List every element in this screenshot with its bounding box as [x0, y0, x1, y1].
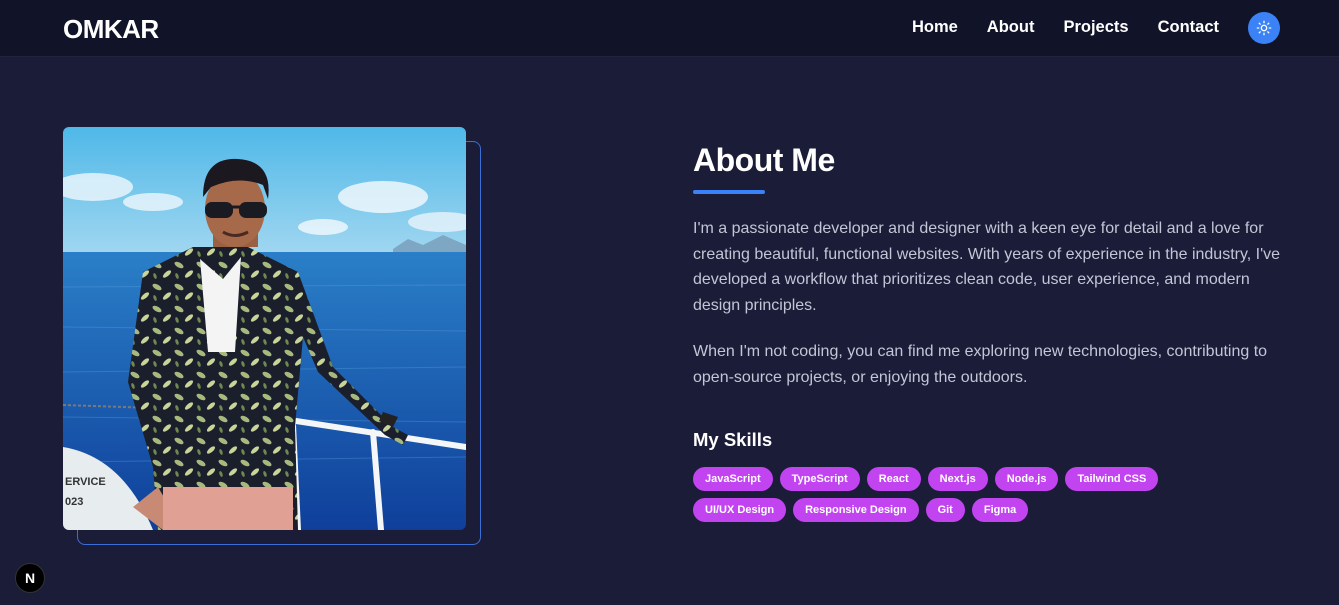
- nav-links: Home About Projects Contact: [912, 18, 1219, 37]
- site-logo[interactable]: OMKAR: [63, 14, 159, 45]
- nav-link-home[interactable]: Home: [912, 18, 958, 37]
- skill-chip: JavaScript: [693, 467, 773, 491]
- svg-text:ERVICE: ERVICE: [65, 476, 106, 488]
- theme-toggle-button[interactable]: [1248, 12, 1280, 44]
- skill-chip: Node.js: [994, 467, 1059, 491]
- skills-title: My Skills: [693, 429, 773, 450]
- nav-link-projects[interactable]: Projects: [1063, 18, 1128, 37]
- skill-chip: Figma: [971, 498, 1029, 522]
- nextjs-logo-icon: N: [24, 570, 36, 586]
- skill-chip: Tailwind CSS: [1065, 467, 1159, 491]
- skills-list: JavaScript TypeScript React Next.js Node…: [693, 467, 1253, 522]
- navbar: OMKAR Home About Projects Contact: [0, 0, 1339, 57]
- nextjs-dev-indicator-button[interactable]: N: [15, 563, 45, 593]
- nav-link-about[interactable]: About: [987, 18, 1035, 37]
- skill-chip: Responsive Design: [793, 498, 919, 522]
- about-title: About Me: [693, 142, 835, 178]
- about-paragraph-1: I'm a passionate developer and designer …: [693, 220, 1281, 314]
- svg-text:023: 023: [65, 496, 83, 508]
- skill-chip: Git: [925, 498, 965, 522]
- about-paragraph-2: When I'm not coding, you can find me exp…: [693, 343, 1268, 386]
- nav-link-contact[interactable]: Contact: [1158, 18, 1219, 37]
- profile-photo: ERVICE 023: [63, 127, 466, 530]
- about-section: About Me I'm a passionate developer and …: [693, 140, 1283, 522]
- skill-chip: UI/UX Design: [693, 498, 787, 522]
- title-underline: [693, 190, 765, 194]
- skill-chip: TypeScript: [779, 467, 860, 491]
- skill-chip: React: [866, 467, 921, 491]
- skill-chip: Next.js: [927, 467, 988, 491]
- sun-icon: [1256, 20, 1272, 36]
